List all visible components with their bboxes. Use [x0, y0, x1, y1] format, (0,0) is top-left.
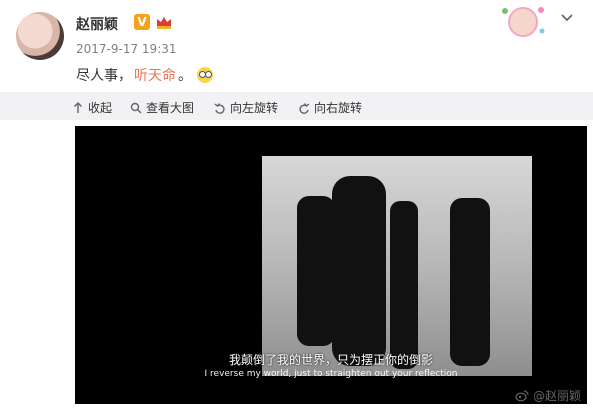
user-avatar[interactable]: [16, 12, 64, 60]
crown-icon: [157, 17, 171, 29]
chevron-down-icon[interactable]: [560, 10, 574, 24]
rotate-right-button[interactable]: 向右旋转: [298, 99, 362, 116]
person-silhouette: [390, 201, 418, 369]
rotate-left-icon: [214, 102, 225, 114]
person-silhouette: [450, 198, 490, 366]
image-toolbar: 收起 查看大图 向左旋转 向右旋转: [0, 92, 593, 120]
photo-scene: [262, 156, 532, 376]
view-large-label: 查看大图: [146, 101, 195, 115]
rotate-right-label: 向右旋转: [314, 101, 363, 115]
watermark-text: @赵丽颖: [533, 389, 582, 403]
person-silhouette: [332, 176, 386, 366]
post-text-prefix: 尽人事，: [76, 68, 132, 84]
weibo-logo-icon: [515, 389, 529, 401]
post-timestamp[interactable]: 2017-9-17 19:31: [76, 42, 177, 56]
subtitle-chinese: 我颠倒了我的世界，只为摆正你的倒影: [228, 353, 433, 367]
collapse-label: 收起: [88, 101, 113, 115]
arrow-up-icon: [74, 101, 82, 113]
decorative-avatar-icon: [502, 7, 545, 37]
post-text-link[interactable]: 听天命: [134, 65, 176, 85]
minion-emoji-icon: [197, 67, 213, 83]
post-image[interactable]: 我颠倒了我的世界，只为摆正你的倒影 I reverse my world, ju…: [75, 126, 587, 404]
post-text: 尽人事， 听天命 。: [76, 65, 213, 85]
rotate-left-button[interactable]: 向左旋转: [214, 99, 278, 116]
image-watermark: @赵丽颖: [515, 387, 581, 404]
rotate-right-icon: [299, 102, 310, 114]
collapse-button[interactable]: 收起: [72, 99, 112, 116]
subtitle-english: I reverse my world, just to straighten o…: [204, 369, 458, 379]
view-large-button[interactable]: 查看大图: [130, 99, 194, 116]
post-text-suffix: 。: [178, 68, 192, 84]
rotate-left-label: 向左旋转: [230, 101, 279, 115]
person-silhouette: [297, 196, 335, 346]
username[interactable]: 赵丽颖: [76, 14, 118, 34]
magnifier-icon: [130, 102, 142, 113]
verified-badge: V: [134, 14, 150, 30]
